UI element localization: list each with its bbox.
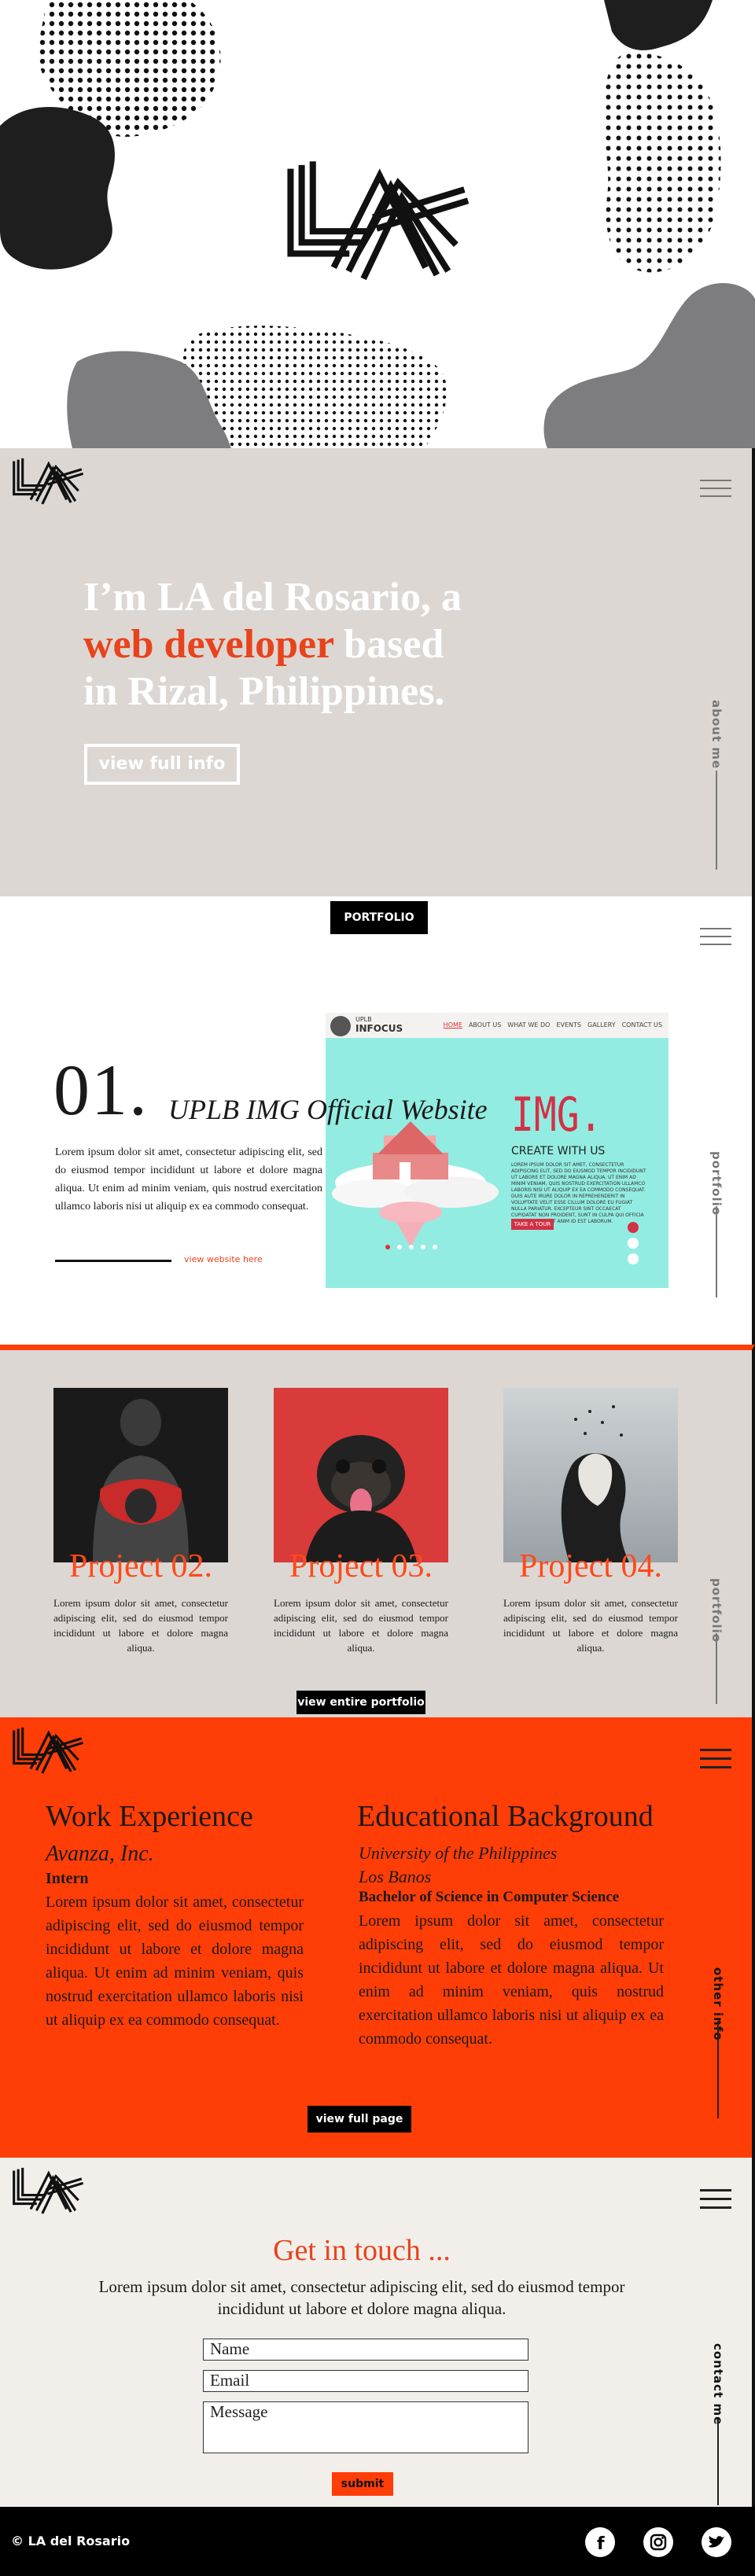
divider-line xyxy=(55,1260,171,1262)
side-divider xyxy=(716,1633,717,1704)
twitter-icon[interactable] xyxy=(702,2527,731,2557)
name-field[interactable]: Name xyxy=(203,2339,528,2361)
screenshot-headline: IMG. xyxy=(511,1087,602,1143)
email-field[interactable]: Email xyxy=(203,2370,528,2392)
portfolio-tab[interactable]: PORTFOLIO xyxy=(330,901,428,934)
work-description: Lorem ipsum dolor sit amet, consectetur … xyxy=(46,1893,304,2029)
menu-icon[interactable] xyxy=(700,480,731,500)
floating-city-illustration xyxy=(332,1121,499,1247)
project-text: Lorem ipsum dolor sit amet, consectetur … xyxy=(53,1597,228,1654)
grey-blob-bottom-right xyxy=(543,282,755,448)
side-divider xyxy=(716,771,717,870)
menu-icon[interactable] xyxy=(700,1749,731,1769)
headline-line-1: I’m LA del Rosario, a xyxy=(83,575,462,620)
view-full-page-button[interactable]: view full page xyxy=(308,2106,411,2133)
nav-gallery: GALLERY xyxy=(587,1021,616,1029)
menu-icon[interactable] xyxy=(700,928,731,948)
education-description: Lorem ipsum dolor sit amet, consectetur … xyxy=(359,1912,664,2048)
facebook-icon[interactable]: f xyxy=(585,2527,615,2557)
nav-what-we-do: WHAT WE DO xyxy=(507,1021,551,1029)
twitter-icon xyxy=(628,1253,639,1264)
black-blob-top-right xyxy=(604,0,713,50)
campus-name: Los Banos xyxy=(359,1867,432,1886)
project-text: Lorem ipsum dolor sit amet, consectetur … xyxy=(503,1597,678,1654)
school-name: University of the Philippines xyxy=(359,1843,558,1863)
view-website-link[interactable]: view website here xyxy=(184,1254,263,1264)
side-divider xyxy=(717,2021,719,2118)
headline-line-3: in Rizal, Philippines. xyxy=(83,669,445,714)
screenshot-subhead: CREATE WITH US xyxy=(511,1145,606,1157)
side-label-contact-me[interactable]: contact me xyxy=(711,2343,725,2425)
project-card[interactable]: Project 04. Lorem ipsum dolor sit amet, … xyxy=(503,1388,678,1654)
project-title: Project 04. xyxy=(519,1548,662,1584)
job-role: Intern xyxy=(46,1870,89,1887)
site-logo[interactable] xyxy=(11,1727,83,1774)
nav-events: EVENTS xyxy=(556,1021,581,1029)
project-description: Lorem ipsum dolor sit amet, consectetur … xyxy=(55,1146,322,1213)
facebook-icon xyxy=(628,1222,639,1233)
site-logo[interactable] xyxy=(11,458,83,505)
black-blob-left xyxy=(0,107,115,270)
contact-section: Get in touch ... Lorem ipsum dolor sit a… xyxy=(0,2158,755,2507)
education-heading: Educational Background xyxy=(357,1800,654,1833)
project-image[interactable] xyxy=(274,1388,448,1562)
hero-section xyxy=(0,0,755,448)
headline-accent: web developer xyxy=(83,622,334,667)
intro-headline: I’m LA del Rosario, a web developer base… xyxy=(83,574,524,716)
project-title: Project 03. xyxy=(289,1548,433,1584)
project-image[interactable] xyxy=(503,1388,678,1562)
side-divider xyxy=(716,1206,717,1297)
project-card[interactable]: Project 02. Lorem ipsum dolor sit amet, … xyxy=(53,1388,228,1654)
intro-section: I’m LA del Rosario, a web developer base… xyxy=(0,448,755,896)
copyright-text: © LA del Rosario xyxy=(11,2534,131,2548)
side-divider xyxy=(717,2419,719,2505)
contact-title: Get in touch ... xyxy=(273,2234,451,2267)
infocus-logo-icon xyxy=(330,1016,351,1036)
carousel-dots xyxy=(385,1239,444,1253)
screenshot-brand-name: INFOCUS xyxy=(355,1023,403,1034)
dotted-blob-right xyxy=(602,53,721,273)
screenshot-nav-links: HOME ABOUT US WHAT WE DO EVENTS GALLERY CONTA… xyxy=(437,1021,662,1029)
contact-description: Lorem ipsum dolor sit amet, consectetur … xyxy=(98,2277,625,2318)
hero-logo xyxy=(283,160,469,280)
headline-line-2: based xyxy=(333,622,444,667)
nav-about: ABOUT US xyxy=(468,1021,502,1029)
message-field[interactable]: Message xyxy=(203,2401,528,2453)
take-a-tour-button: TAKE A TOUR xyxy=(511,1219,554,1230)
footer: © LA del Rosario f xyxy=(0,2507,755,2576)
degree: Bachelor of Science in Computer Science xyxy=(359,1889,620,1905)
view-entire-portfolio-button[interactable]: view entire portfolio xyxy=(296,1691,425,1714)
view-full-info-button[interactable]: view full info xyxy=(84,744,240,785)
project-text: Lorem ipsum dolor sit amet, consectetur … xyxy=(274,1597,448,1654)
experience-section: Work Experience Avanza, Inc. Intern Lore… xyxy=(0,1717,755,2158)
menu-icon[interactable] xyxy=(700,2189,731,2210)
site-logo[interactable] xyxy=(11,2167,83,2214)
project-number: 01. xyxy=(53,1050,149,1130)
website-screenshot[interactable]: UPLB INFOCUS HOME ABOUT US WHAT WE DO EVENT… xyxy=(326,1013,668,1288)
nav-contact: CONTACT US xyxy=(621,1021,662,1029)
screenshot-navbar: UPLB INFOCUS HOME ABOUT US WHAT WE DO EVENT… xyxy=(326,1013,668,1038)
project-title: UPLB IMG Official Website xyxy=(168,1094,488,1125)
svg-text:f: f xyxy=(597,2534,605,2554)
projects-section: Project 02. Lorem ipsum dolor sit amet, … xyxy=(0,1345,755,1717)
nav-home: HOME xyxy=(443,1021,462,1029)
instagram-icon[interactable] xyxy=(643,2527,673,2557)
project-title: Project 02. xyxy=(69,1548,212,1584)
portfolio-feature-section: PORTFOLIO 01. UPLB IMG Official Website … xyxy=(0,896,755,1345)
instagram-icon xyxy=(628,1238,639,1249)
project-image[interactable] xyxy=(53,1388,228,1562)
screenshot-text: LOREM IPSUM DOLOR SIT AMET, CONSECTETUR … xyxy=(511,1162,646,1224)
company-name: Avanza, Inc. xyxy=(46,1842,154,1866)
project-card[interactable]: Project 03. Lorem ipsum dolor sit amet, … xyxy=(274,1388,448,1654)
side-label-about-me[interactable]: about me xyxy=(709,700,724,769)
work-experience-heading: Work Experience xyxy=(46,1800,253,1833)
submit-button[interactable]: submit xyxy=(332,2472,393,2496)
screenshot-brand-top: UPLB xyxy=(355,1016,372,1023)
